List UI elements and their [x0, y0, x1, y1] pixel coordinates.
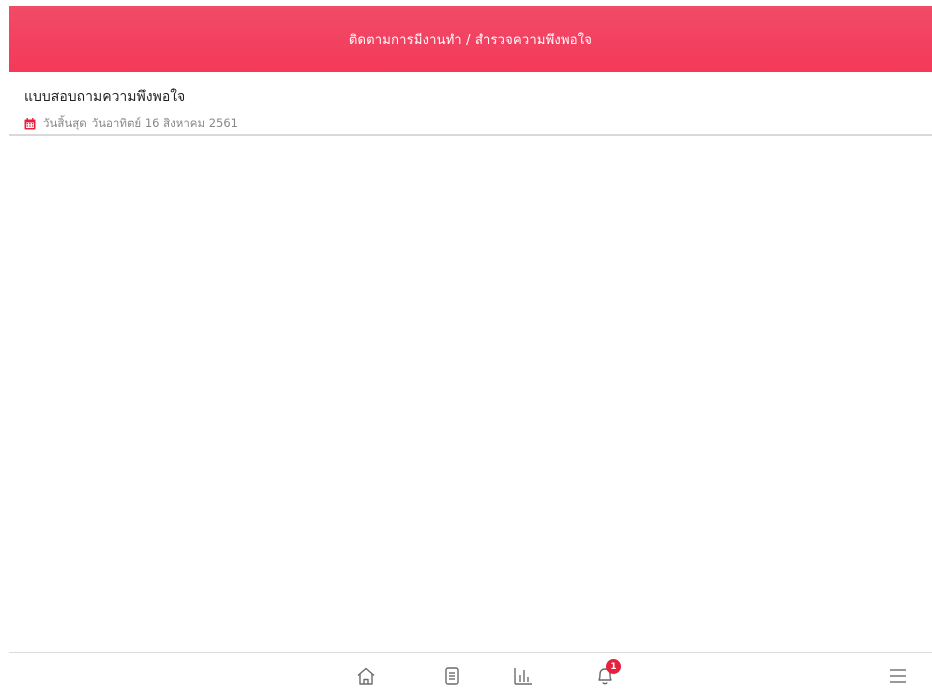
bottom-nav: 1: [9, 652, 932, 695]
deadline-label: วันสิ้นสุด: [43, 116, 87, 130]
calendar-icon: [24, 118, 36, 130]
deadline-row: วันสิ้นสุด วันอาทิตย์ 16 สิงหาคม 2561: [24, 115, 238, 133]
app-header: ติดตามการมีงานทำ / สำรวจความพึงพอใจ: [9, 6, 932, 72]
page-title: ติดตามการมีงานทำ / สำรวจความพึงพอใจ: [348, 32, 593, 48]
survey-list-item[interactable]: แบบสอบถามความพึงพอใจ วันสิ้นสุด วันอาทิต…: [9, 73, 932, 136]
menu-icon[interactable]: [887, 665, 909, 687]
bell-icon[interactable]: 1: [594, 659, 621, 687]
bar-chart-icon[interactable]: [512, 665, 534, 687]
survey-title[interactable]: แบบสอบถามความพึงพอใจ: [24, 86, 185, 108]
document-icon[interactable]: [441, 665, 463, 687]
notification-badge: 1: [606, 659, 621, 674]
home-icon[interactable]: [355, 665, 377, 687]
deadline-value: วันอาทิตย์ 16 สิงหาคม 2561: [91, 116, 238, 130]
